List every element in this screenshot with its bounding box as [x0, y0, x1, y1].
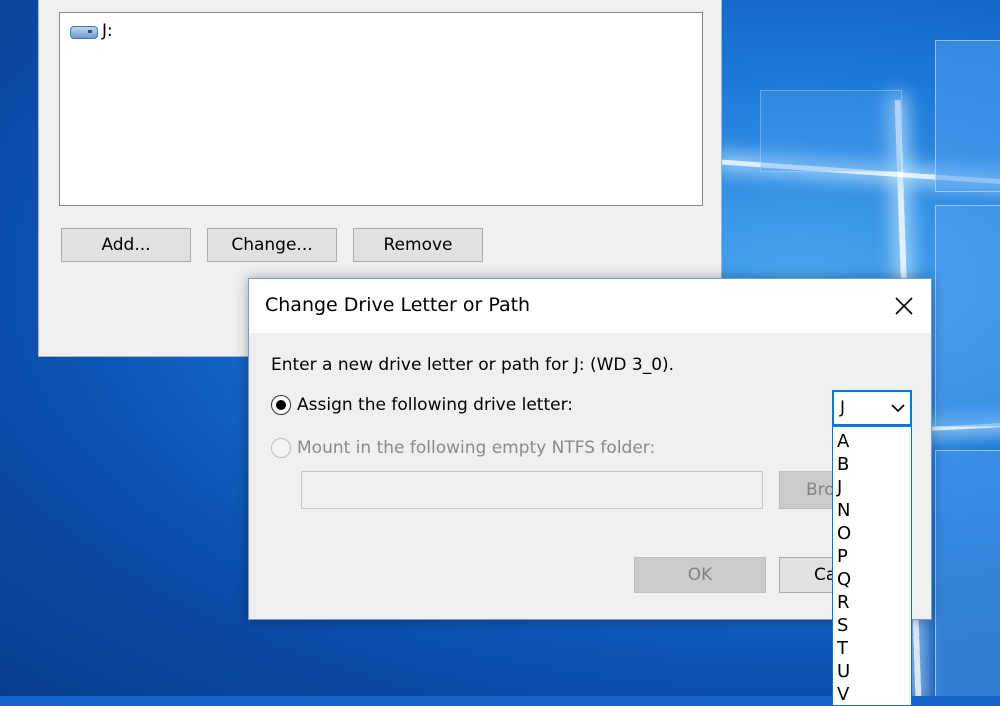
drive-letter-combobox[interactable]: J: [832, 390, 912, 426]
change-button[interactable]: Change...: [207, 228, 337, 262]
window-pane: [760, 90, 902, 172]
letter-option[interactable]: V: [837, 684, 849, 705]
add-button[interactable]: Add...: [61, 228, 191, 262]
drive-path-list[interactable]: J:: [59, 12, 703, 206]
letter-option[interactable]: J: [837, 477, 842, 499]
letter-option[interactable]: R: [837, 592, 850, 614]
dialog-prompt: Enter a new drive letter or path for J: …: [271, 355, 675, 375]
close-icon: [895, 297, 913, 315]
browse-button[interactable]: Bro: [779, 471, 839, 509]
mount-folder-label: Mount in the following empty NTFS folder…: [297, 438, 656, 458]
window-pane: [935, 40, 1000, 192]
close-button[interactable]: [877, 279, 931, 333]
letter-option[interactable]: P: [837, 546, 848, 568]
dialog-title: Change Drive Letter or Path: [265, 294, 531, 316]
assign-letter-label: Assign the following drive letter:: [297, 395, 573, 415]
assign-letter-radio[interactable]: [271, 395, 291, 415]
letter-option[interactable]: A: [837, 431, 849, 453]
drive-item-label: J:: [102, 21, 113, 41]
window-pane: [935, 205, 1000, 427]
change-drive-letter-dialog: Change Drive Letter or Path Enter a new …: [248, 278, 932, 620]
ok-button[interactable]: OK: [634, 557, 766, 593]
chevron-down-icon: [891, 404, 905, 413]
letter-option[interactable]: O: [837, 523, 851, 545]
letter-option[interactable]: N: [837, 500, 850, 522]
mount-folder-option[interactable]: Mount in the following empty NTFS folder…: [271, 438, 655, 458]
mount-folder-radio[interactable]: [271, 438, 291, 458]
cancel-button[interactable]: Ca: [779, 557, 839, 593]
drive-letter-dropdown[interactable]: A B J N O P Q R S T U V: [832, 426, 912, 706]
letter-option[interactable]: S: [837, 615, 848, 637]
letter-option[interactable]: Q: [837, 569, 851, 591]
list-item[interactable]: J:: [70, 21, 113, 41]
drive-icon: [70, 23, 98, 39]
selected-letter: J: [840, 398, 846, 418]
letter-option[interactable]: U: [837, 661, 850, 683]
letter-option[interactable]: B: [837, 454, 849, 476]
dialog-titlebar: Change Drive Letter or Path: [249, 279, 931, 333]
assign-letter-option[interactable]: Assign the following drive letter:: [271, 395, 573, 415]
letter-option[interactable]: T: [837, 638, 848, 660]
folder-path-input[interactable]: [301, 471, 763, 509]
remove-button[interactable]: Remove: [353, 228, 483, 262]
window-pane: [935, 450, 1000, 696]
